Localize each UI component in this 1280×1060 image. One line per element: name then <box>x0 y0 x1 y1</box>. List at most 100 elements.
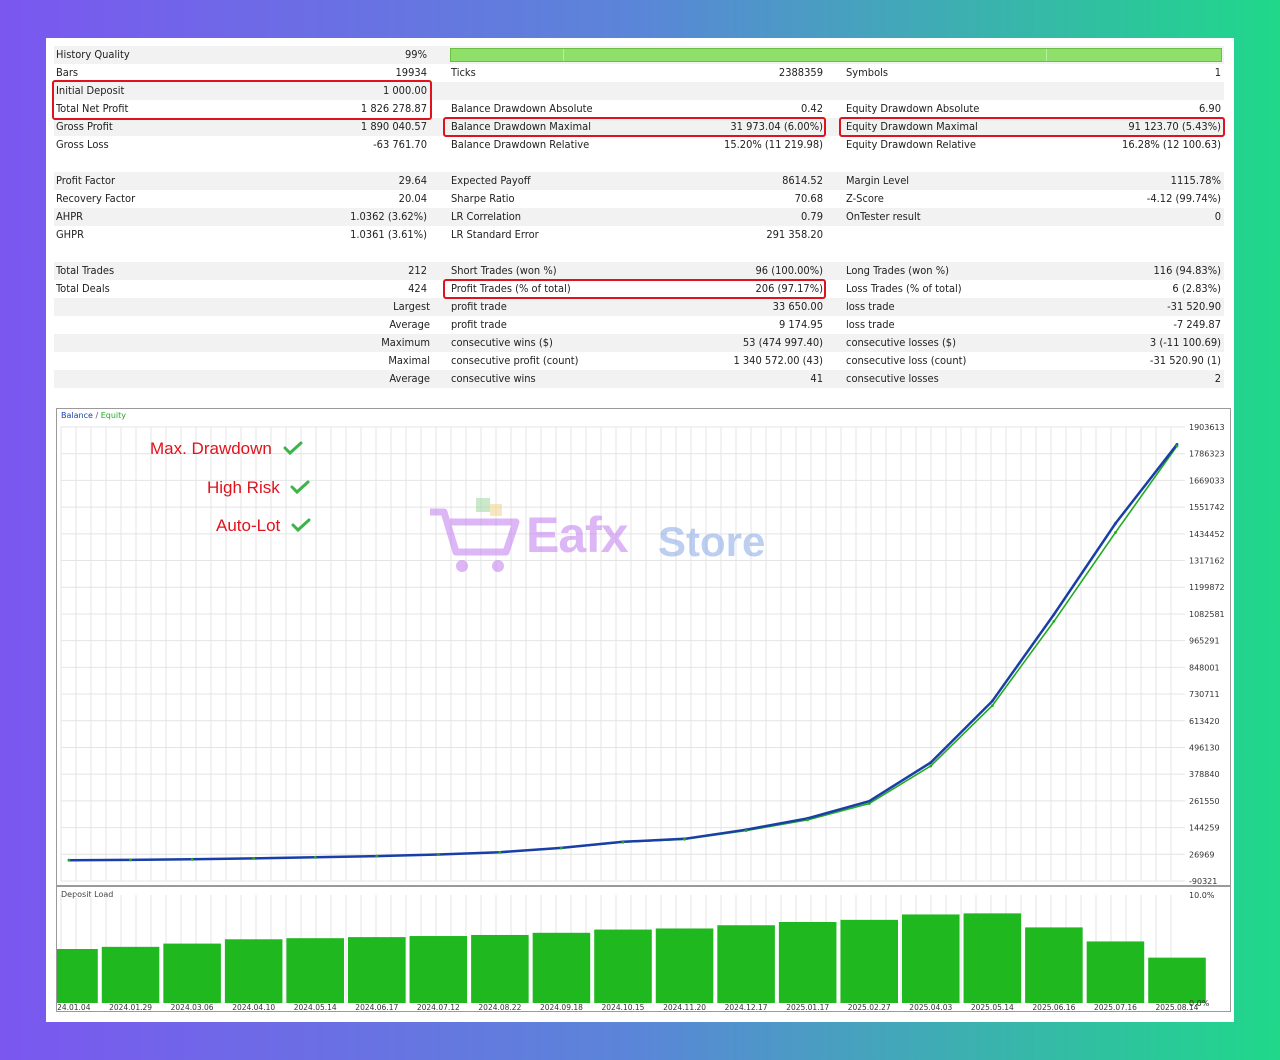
data-point-equity <box>867 802 871 805</box>
report-cell-l1r: Average <box>389 318 430 331</box>
report-cell-l2: profit trade <box>451 318 507 331</box>
x-tick-label: 2025.02.27 <box>848 1003 891 1011</box>
report-cell-v1: 20.04 <box>398 192 427 205</box>
report-cell-v3 <box>1004 226 1221 244</box>
report-cell-l3: Equity Drawdown Relative <box>846 138 976 151</box>
report-cell-v1: 424 <box>408 282 427 295</box>
report-cell-l1: AHPR <box>56 210 84 223</box>
data-point-equity <box>129 858 132 862</box>
report-row: Average profit trade 9 174.95 loss trade -7 … <box>54 316 1224 334</box>
y-tick-label: 144259 <box>1189 824 1220 833</box>
y-tick-label: 496130 <box>1189 743 1220 752</box>
report-cell-l1r: Maximal <box>388 354 430 367</box>
y-tick-label: 1434452 <box>1189 530 1225 539</box>
report-cell-v3: 1115.78% <box>1170 174 1221 187</box>
data-point-equity <box>621 840 625 844</box>
x-tick-label: 2024.11.20 <box>663 1003 706 1011</box>
report-cell-l3: OnTester result <box>846 210 921 223</box>
report-cell-l3: consecutive loss (count) <box>846 354 967 367</box>
y-tick-label: 261550 <box>1189 797 1220 806</box>
data-point-equity <box>560 846 563 850</box>
data-point-equity <box>313 855 317 859</box>
eafx-store-watermark: Eafx Store <box>426 488 846 588</box>
highlight-balance-drawdown <box>443 117 826 137</box>
deposit-load-bar <box>594 929 652 1003</box>
deposit-load-bar <box>224 939 283 1003</box>
y-tick-label: 730711 <box>1189 690 1220 699</box>
y-tick-label: 1786323 <box>1189 450 1225 459</box>
history-quality-value: 99% <box>405 48 427 61</box>
check-icon <box>283 441 303 456</box>
report-row: Total Trades 212 Short Trades (won %) 96 (1… <box>54 262 1224 280</box>
deposit-load-bar <box>471 934 529 1003</box>
report-cell-l3: Loss Trades (% of total) <box>846 282 962 295</box>
report-cell-l2: Short Trades (won %) <box>451 264 557 277</box>
report-cell-v3: -31 520.90 (1) <box>1149 354 1221 367</box>
report-cell-v3: -31 520.90 <box>1167 300 1221 313</box>
y-tick-label: 1199872 <box>1189 583 1225 592</box>
report-cell-v1: 1.0362 (3.62%) <box>350 210 427 223</box>
report-cell-v2 <box>614 82 823 100</box>
deposit-load-bar <box>840 919 898 1003</box>
history-quality-bar <box>450 48 1222 62</box>
watermark-brand: Eafx <box>526 507 629 563</box>
x-tick-label: 2024.03.06 <box>171 1003 214 1011</box>
deposit-load-bar <box>532 932 591 1003</box>
report-cell-v2: 1 340 572.00 (43) <box>733 354 823 367</box>
data-point-equity <box>67 858 71 862</box>
x-tick-label: 2024.01.04 <box>57 1003 91 1011</box>
annotation-auto-lot: Auto-Lot <box>216 516 311 536</box>
x-tick-label: 2024.08.22 <box>478 1003 521 1011</box>
report-cell-v1: -63 761.70 <box>373 138 427 151</box>
report-cell-v3: 0 <box>1214 210 1221 223</box>
deposit-load-bar <box>902 914 960 1003</box>
watermark-store: Store <box>658 518 766 565</box>
report-row: Profit Factor 29.64 Expected Payoff 8614.52… <box>54 172 1224 190</box>
deposit-load-bar <box>409 936 468 1003</box>
report-cell-l2: Balance Drawdown Absolute <box>451 102 593 115</box>
report-cell-v3: 2 <box>1214 372 1221 385</box>
annotation-max-drawdown: Max. Drawdown <box>150 439 303 459</box>
report-cell-l2: Balance Drawdown Relative <box>451 138 590 151</box>
deposit-load-plot: 10.0%0.0%2024.01.042024.01.292024.03.062… <box>57 891 1215 1011</box>
x-tick-label: 2024.06.17 <box>355 1003 398 1011</box>
report-cell-v2: 0.42 <box>800 102 823 115</box>
deposit-load-bar <box>655 928 714 1003</box>
report-cell-v2: 8614.52 <box>782 174 823 187</box>
data-point-equity <box>436 853 440 857</box>
deposit-load-bar <box>57 949 98 1003</box>
report-cell-v2: 9 174.95 <box>778 318 823 331</box>
report-cell-v2: 70.68 <box>794 192 823 205</box>
deposit-load-bar <box>348 937 406 1003</box>
highlight-deposit-profit <box>52 80 432 120</box>
report-cell-l1: Gross Loss <box>56 138 109 151</box>
highlight-equity-drawdown <box>839 117 1225 137</box>
y-tick-label: 378840 <box>1189 770 1220 779</box>
report-cell-v2: 291 358.20 <box>766 228 823 241</box>
data-point-equity <box>929 764 933 768</box>
report-cell-l3: Z-Score <box>846 192 884 205</box>
report-cell-v1: 212 <box>408 264 427 277</box>
report-row: Recovery Factor 20.04 Sharpe Ratio 70.68 Z-S… <box>54 190 1224 208</box>
deposit-load-bar <box>1025 927 1083 1003</box>
x-tick-label: 2025.07.16 <box>1094 1003 1137 1011</box>
report-row: Maximal consecutive profit (count) 1 340 5… <box>54 352 1224 370</box>
x-tick-label: 2024.09.18 <box>540 1003 583 1011</box>
x-tick-label: 2024.10.15 <box>602 1003 645 1011</box>
y-tick-label: 613420 <box>1189 717 1220 726</box>
deposit-load-bar <box>101 946 160 1003</box>
x-tick-label: 2025.06.16 <box>1032 1003 1075 1011</box>
strategy-report-table: History Quality 99% Bars 19934 Ticks 238835… <box>52 46 1225 408</box>
data-point-equity <box>252 857 256 860</box>
deposit-load-bar <box>286 938 344 1003</box>
deposit-load-bar <box>963 913 1022 1003</box>
report-cell-v2: 2388359 <box>778 66 823 79</box>
deposit-load-bar <box>778 922 837 1003</box>
annotation-high-risk: High Risk <box>207 478 310 498</box>
data-point-equity <box>990 704 994 708</box>
report-cell-v3: 16.28% (12 100.63) <box>1122 138 1221 151</box>
data-point-balance <box>990 699 994 703</box>
report-cell-l3: Equity Drawdown Absolute <box>846 102 980 115</box>
report-cell-l3: loss trade <box>846 300 895 313</box>
x-tick-label: 2024.12.17 <box>725 1003 768 1011</box>
